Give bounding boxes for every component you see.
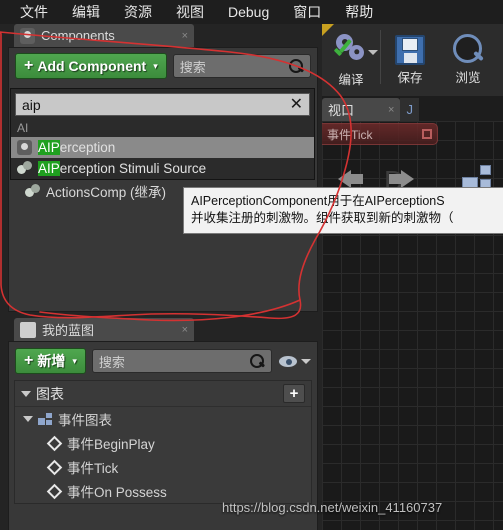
blueprint-toolbar: 编译 保存 浏览 xyxy=(322,24,503,96)
components-search-input[interactable]: 搜索 xyxy=(172,54,311,78)
menu-edit[interactable]: 编辑 xyxy=(60,0,112,24)
section-graphs-label: 图表 xyxy=(36,385,64,402)
clear-icon[interactable]: ✕ xyxy=(290,96,303,113)
add-new-button[interactable]: + 新增 ▾ xyxy=(15,348,86,374)
dropdown-item-label: AIPerception xyxy=(38,140,115,155)
chevron-down-icon[interactable] xyxy=(368,50,378,55)
browse-icon xyxy=(452,34,484,65)
add-graph-button[interactable]: + xyxy=(283,384,305,403)
event-node-icon xyxy=(46,483,63,499)
save-icon xyxy=(395,34,425,65)
tree-row-label: ActionsComp (继承) xyxy=(46,185,167,200)
my-blueprint-toolbar: + 新增 ▾ 搜索 xyxy=(9,342,317,380)
list-item-event-beginplay[interactable]: 事件BeginPlay xyxy=(15,431,311,455)
search-icon xyxy=(250,353,265,369)
section-graphs[interactable]: 图表 + xyxy=(15,381,311,407)
list-item-label: 事件On Possess xyxy=(67,485,167,500)
plus-icon: + xyxy=(24,352,34,369)
dropdown-item-aiperception-stimuli-source[interactable]: AIPerception Stimuli Source xyxy=(11,158,314,179)
list-item-event-graph[interactable]: 事件图表 xyxy=(15,407,311,431)
tab-my-blueprint-label: 我的蓝图 xyxy=(42,323,95,338)
disclosure-triangle-icon[interactable] xyxy=(21,390,31,397)
menu-bar: 文件 编辑 资源 视图 Debug 窗口 帮助 xyxy=(0,0,503,24)
book-icon xyxy=(20,321,36,338)
my-blueprint-tab-strip: 我的蓝图 × xyxy=(4,318,322,341)
sphere-cluster-icon xyxy=(25,183,40,199)
menu-assets[interactable]: 资源 xyxy=(112,0,164,24)
dropdown-search-input[interactable]: aip ✕ xyxy=(15,93,310,116)
event-node-icon xyxy=(46,459,63,475)
dropdown-category-label: AI xyxy=(11,120,314,137)
add-component-button[interactable]: + Add Component ▾ xyxy=(15,53,167,79)
tab-my-blueprint[interactable]: 我的蓝图 × xyxy=(14,318,194,341)
viewport-tab-strip: 视口 × J xyxy=(322,96,503,121)
graph-node-label: 事件Tick xyxy=(327,127,373,142)
components-tab-strip: Components × xyxy=(4,24,322,47)
save-button[interactable]: 保存 xyxy=(381,24,439,96)
components-toolbar: + Add Component ▾ 搜索 xyxy=(9,48,317,84)
menu-file[interactable]: 文件 xyxy=(8,0,60,24)
compile-icon xyxy=(332,33,370,67)
add-new-label: 新增 xyxy=(37,353,66,369)
match-rest: erception Stimuli Source xyxy=(59,161,207,176)
compile-label: 编译 xyxy=(338,72,364,87)
tab-viewport-label: 视口 xyxy=(328,103,355,118)
tab-components-label: Components xyxy=(41,28,115,43)
dropdown-item-label: AIPerception Stimuli Source xyxy=(38,161,206,176)
menu-window[interactable]: 窗口 xyxy=(281,0,333,24)
list-item-label: 事件图表 xyxy=(58,413,112,428)
event-node-icon xyxy=(46,435,63,451)
save-label: 保存 xyxy=(397,70,423,85)
graph-node-event-tick[interactable]: 事件Tick xyxy=(322,123,438,145)
tooltip-line-1: AIPerceptionComponent用于在AIPerceptionS xyxy=(191,194,445,208)
menu-view[interactable]: 视图 xyxy=(164,0,216,24)
compile-button[interactable]: 编译 xyxy=(322,24,380,96)
close-icon[interactable]: × xyxy=(388,104,394,116)
tab-components[interactable]: Components × xyxy=(14,24,194,47)
app-window: 文件 编辑 资源 视图 Debug 窗口 帮助 Components × + A… xyxy=(0,0,503,530)
dropdown-search-value: aip xyxy=(22,96,41,113)
browse-label: 浏览 xyxy=(455,71,481,85)
close-icon[interactable]: × xyxy=(156,30,188,42)
close-icon[interactable]: × xyxy=(156,324,188,336)
match-rest: erception xyxy=(59,140,116,155)
menu-debug[interactable]: Debug xyxy=(216,2,281,22)
sphere-cluster-icon xyxy=(17,161,32,176)
exec-pin-icon[interactable] xyxy=(422,129,432,139)
chevron-down-icon xyxy=(301,358,311,364)
my-blueprint-search-input[interactable]: 搜索 xyxy=(91,349,272,373)
visibility-button[interactable] xyxy=(278,354,311,368)
my-blueprint-panel: 我的蓝图 × + 新增 ▾ 搜索 图表 + 事件图表 事件BeginPlay 事… xyxy=(4,318,322,530)
dropdown-item-aiperception[interactable]: AIPerception xyxy=(11,137,314,158)
search-icon xyxy=(289,58,304,74)
my-blueprint-list: 图表 + 事件图表 事件BeginPlay 事件Tick 事件On Posses… xyxy=(14,380,312,504)
match-highlight: AIP xyxy=(38,161,60,176)
tooltip-line-2: 并收集注册的刺激物。组件获取到新的刺激物（ xyxy=(191,211,454,225)
menu-help[interactable]: 帮助 xyxy=(333,0,385,24)
perception-icon xyxy=(17,140,32,155)
add-component-dropdown: aip ✕ AI AIPerception AIPerception Stimu… xyxy=(10,88,315,180)
components-search-placeholder: 搜索 xyxy=(179,59,206,75)
match-highlight: AIP xyxy=(38,140,60,155)
list-item-event-tick[interactable]: 事件Tick xyxy=(15,455,311,479)
chevron-down-icon: ▾ xyxy=(153,60,158,71)
graph-icon xyxy=(38,412,53,426)
blueprint-graph-canvas[interactable]: 事件Tick D xyxy=(322,121,503,530)
list-item-label: 事件Tick xyxy=(67,461,119,476)
components-icon xyxy=(20,27,35,44)
disclosure-triangle-icon[interactable] xyxy=(23,416,33,422)
add-component-label: Add Component xyxy=(37,58,147,74)
tooltip: AIPerceptionComponent用于在AIPerceptionS 并收… xyxy=(183,187,503,234)
tab-secondary-label: J xyxy=(406,102,413,117)
eye-icon xyxy=(278,354,298,368)
chevron-down-icon: ▾ xyxy=(72,355,77,366)
plus-icon: + xyxy=(24,57,34,74)
list-item-label: 事件BeginPlay xyxy=(67,437,155,452)
right-column: 编译 保存 浏览 视口 × J 事件Tick D xyxy=(322,24,503,530)
tab-secondary[interactable]: J xyxy=(400,98,419,121)
watermark: https://blog.csdn.net/weixin_41160737 xyxy=(222,500,443,515)
tab-viewport[interactable]: 视口 × xyxy=(322,98,401,121)
my-blueprint-search-placeholder: 搜索 xyxy=(98,354,125,370)
browse-button[interactable]: 浏览 xyxy=(439,24,497,96)
